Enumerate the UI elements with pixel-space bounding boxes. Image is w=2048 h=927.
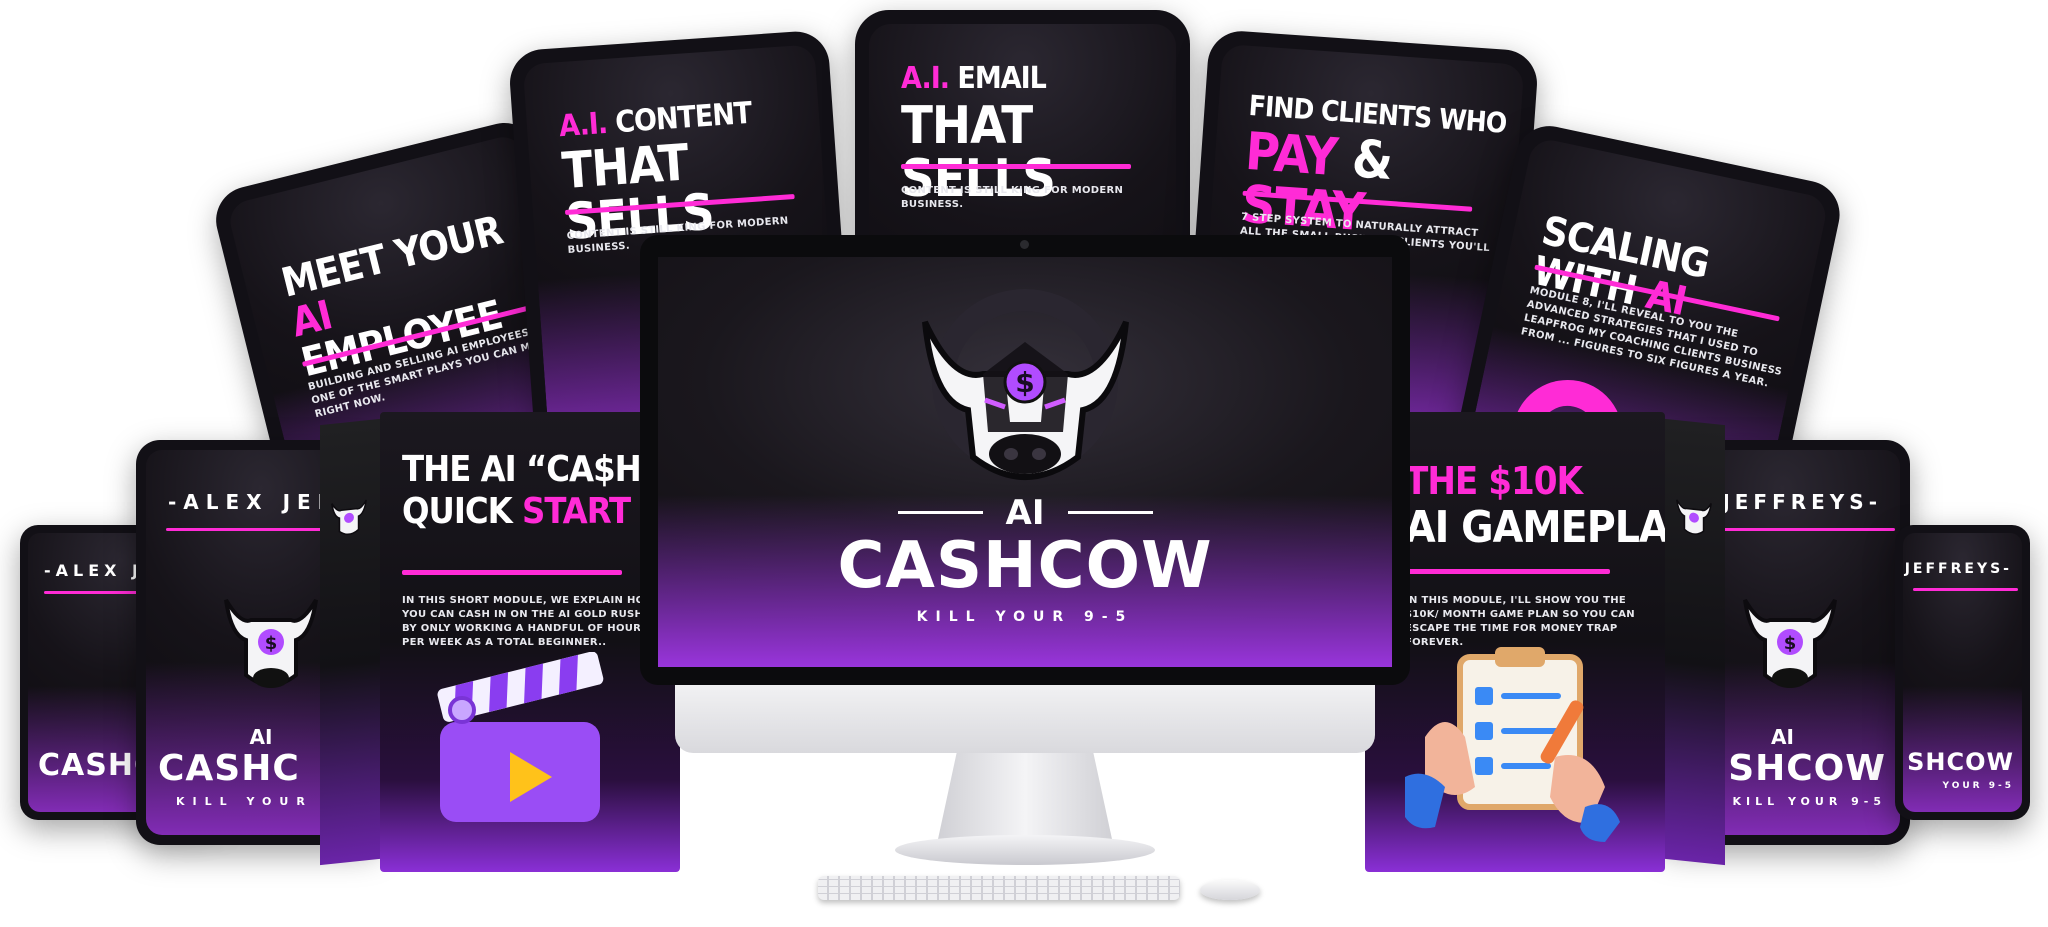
heading-text: QUICK	[402, 491, 522, 532]
webcam	[1020, 240, 1029, 249]
brand-name-partial: CASHC	[158, 748, 300, 789]
svg-text:$: $	[265, 633, 278, 654]
desktop-monitor: $ AI CASHCOW KILL YOUR 9-5	[640, 235, 1410, 905]
monitor-chin	[675, 685, 1375, 753]
heading-rule	[1405, 569, 1610, 574]
brand-name-partial: SHCOW	[1907, 748, 2014, 776]
brand-name-partial: SHCOW	[1728, 748, 1886, 789]
box-front: THE AI “CA$H NOW” QUICK START VIDEO IN T…	[380, 412, 680, 872]
cow-logo: $	[224, 598, 318, 688]
brand-name: CASHCOW	[837, 529, 1213, 603]
box-quick-start-video: THE AI “CA$H NOW” QUICK START VIDEO IN T…	[320, 412, 680, 872]
heading-accent: A.I.	[901, 61, 950, 96]
tablet-heading: A.I. EMAIL	[901, 61, 1047, 96]
box-body-text: IN THIS SHORT MODULE, WE EXPLAIN HOW YOU…	[402, 595, 656, 648]
tablet-screen: JEFFREYS- SHCOW YOUR 9-5	[1903, 533, 2022, 812]
author-name: JEFFREYS-	[1722, 490, 1882, 514]
box-side	[320, 418, 380, 866]
heading-rule	[901, 164, 1131, 169]
heading-rule	[402, 570, 622, 575]
brand-tagline: YOUR 9-5	[1942, 781, 2014, 791]
monitor-screen: $ AI CASHCOW KILL YOUR 9-5	[658, 257, 1392, 667]
cow-logo: $	[922, 289, 1129, 480]
cow-logo	[331, 499, 367, 536]
tablet-brand-far-right: JEFFREYS- SHCOW YOUR 9-5	[1895, 525, 2030, 820]
heading-text: EMAIL	[949, 61, 1046, 96]
keyboard	[818, 876, 1180, 900]
box-side	[1665, 418, 1725, 866]
svg-text:$: $	[1015, 366, 1034, 399]
box-front: THE $10K AI GAMEPLAN IN THIS MODULE, I'L…	[1365, 412, 1665, 872]
mouse	[1200, 880, 1260, 900]
author-name: JEFFREYS-	[1904, 561, 2012, 577]
monitor-foot	[895, 835, 1155, 865]
brand-tagline: KILL YOUR	[176, 795, 313, 808]
box-heading: THE $10K	[1405, 459, 1583, 503]
author-rule	[1913, 588, 2018, 591]
box-10k-gameplan: THE $10K AI GAMEPLAN IN THIS MODULE, I'L…	[1365, 412, 1725, 872]
heading-text: MEET YOUR	[277, 207, 507, 307]
checklist-icon	[1405, 647, 1620, 842]
box-heading: THE AI “CA$H NOW”	[402, 449, 680, 490]
clapperboard-icon	[437, 652, 604, 822]
box-heading-2: AI GAMEPLAN	[1405, 502, 1665, 553]
brand-tagline: KILL YOUR 9-5	[1732, 795, 1886, 808]
brand-tagline: KILL YOUR 9-5	[916, 609, 1134, 625]
product-bundle-mockup: MEET YOUR AI EMPLOYEE BUILDING AND SELLI…	[0, 0, 2048, 927]
svg-text:$: $	[1784, 633, 1797, 654]
tablet-body-text: CONTENT IS STILL KING FOR MODERN BUSINES…	[901, 185, 1124, 210]
cow-logo	[1676, 499, 1712, 535]
cow-logo: $	[1743, 598, 1837, 688]
box-heading-2: QUICK START VIDEO	[402, 491, 680, 532]
brand-prefix: AI	[1005, 493, 1045, 533]
